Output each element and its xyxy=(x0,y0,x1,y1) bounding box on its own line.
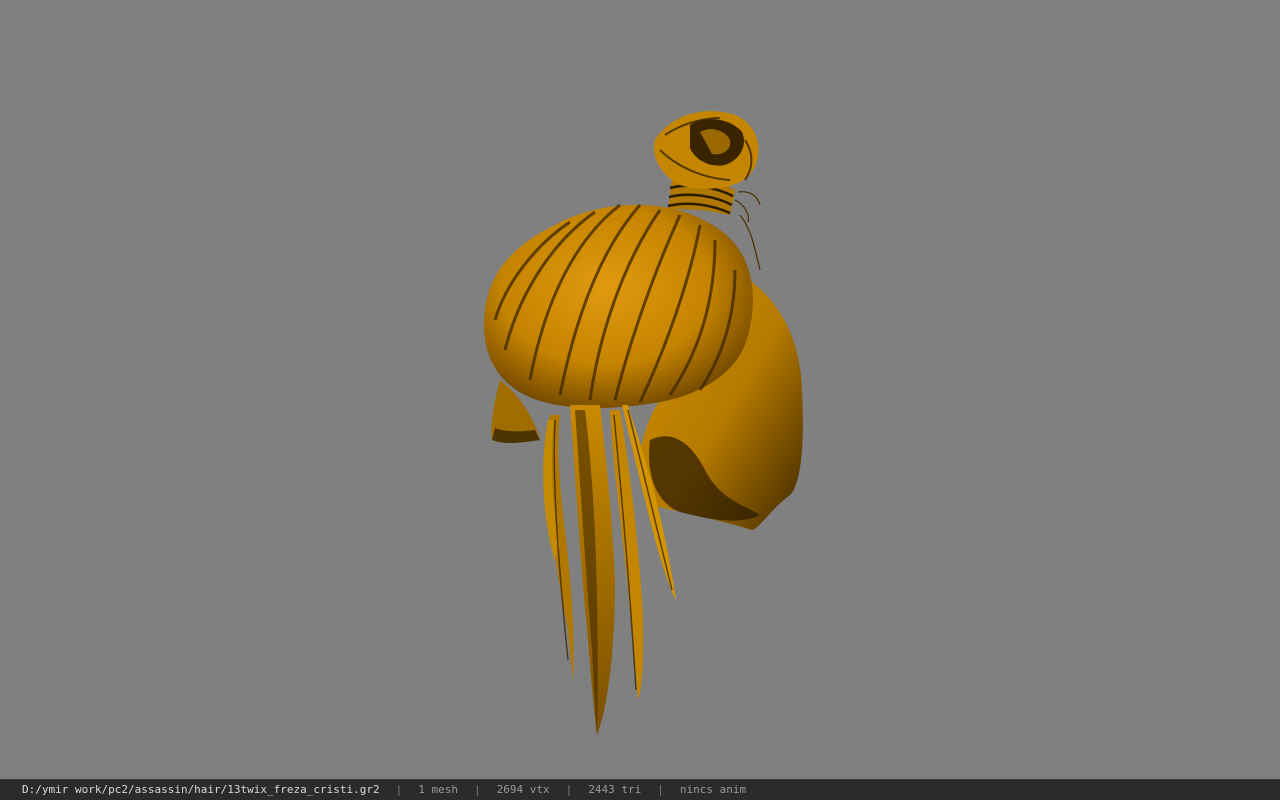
animation-status: nincs anim xyxy=(679,783,747,796)
hair-mesh-model[interactable] xyxy=(0,0,1280,779)
status-bar: D:/ymir work/pc2/assassin/hair/13twix_fr… xyxy=(0,779,1280,800)
status-separator: | xyxy=(474,783,481,796)
status-separator: | xyxy=(565,783,573,796)
status-separator: | xyxy=(657,783,664,796)
file-path: D:/ymir work/pc2/assassin/hair/13twix_fr… xyxy=(22,783,380,796)
3d-viewport[interactable] xyxy=(0,0,1280,779)
vertex-count: 2694 vtx xyxy=(496,783,550,796)
status-separator: | xyxy=(395,783,403,796)
triangle-count: 2443 tri xyxy=(588,783,642,796)
mesh-count: 1 mesh xyxy=(418,783,458,796)
